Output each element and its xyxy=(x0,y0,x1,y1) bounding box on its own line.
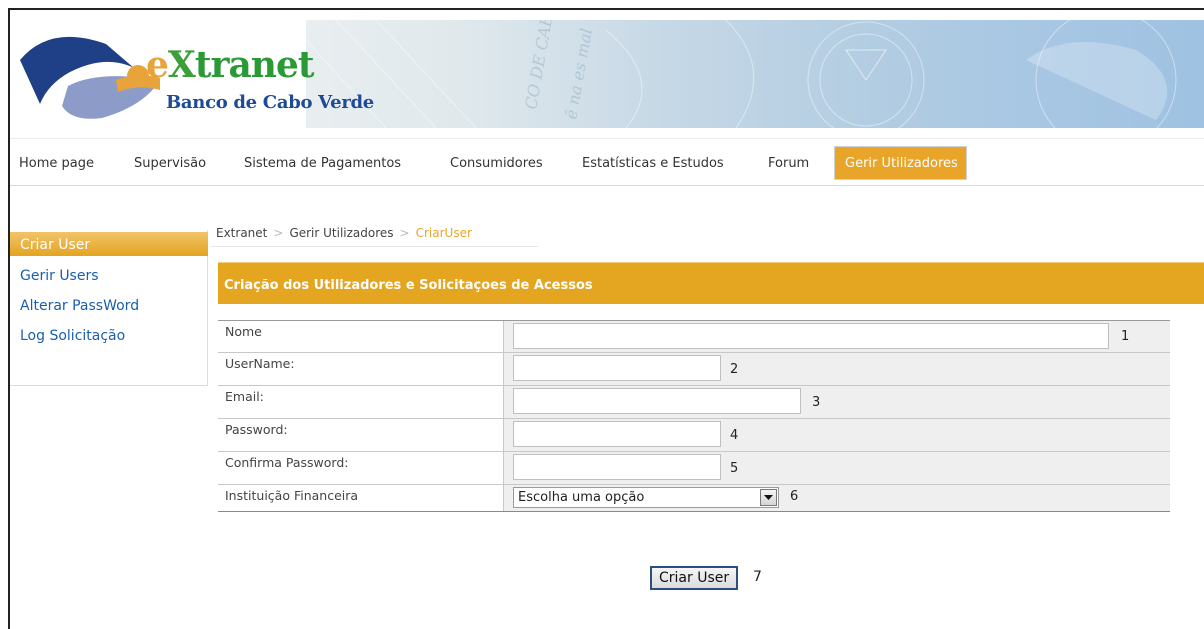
logo-title: eXtranet xyxy=(146,44,315,86)
nav-item-sistema-pagamentos[interactable]: Sistema de Pagamentos xyxy=(244,156,401,171)
instituicao-select[interactable]: Escolha uma opção xyxy=(513,487,779,508)
page-frame: CO DE CABO VER ê na es mal eXtranet Banc… xyxy=(8,8,1204,629)
nav-item-home[interactable]: Home page xyxy=(19,156,94,171)
create-user-form: Nome 1 UserName: 2 Email: 3 Password: 4 … xyxy=(218,320,1170,512)
breadcrumb: Extranet > Gerir Utilizadores > CriarUser xyxy=(216,226,472,240)
field-label-email: Email: xyxy=(218,386,504,418)
sidebar-item-alterar-password[interactable]: Alterar PassWord xyxy=(20,298,139,314)
form-row-confirma-password: Confirma Password: 5 xyxy=(218,452,1170,485)
field-number-7: 7 xyxy=(753,569,762,585)
bank-name: Banco de Cabo Verde xyxy=(166,92,374,113)
field-number-5: 5 xyxy=(730,461,739,476)
field-number-3: 3 xyxy=(812,395,821,410)
breadcrumb-divider xyxy=(210,246,538,247)
sidebar-item-criar-user[interactable]: Criar User xyxy=(10,232,208,256)
nome-input[interactable] xyxy=(513,323,1109,349)
sidebar-item-gerir-users[interactable]: Gerir Users xyxy=(20,268,99,284)
chevron-down-icon[interactable] xyxy=(760,489,777,506)
section-title: Criação dos Utilizadores e Solicitaçoes … xyxy=(224,278,593,293)
form-row-nome: Nome 1 xyxy=(218,320,1170,353)
field-number-6: 6 xyxy=(790,489,799,504)
password-input[interactable] xyxy=(513,421,721,447)
field-label-nome: Nome xyxy=(218,321,504,352)
breadcrumb-current: CriarUser xyxy=(415,226,472,240)
nav-item-supervisao[interactable]: Supervisão xyxy=(134,156,206,171)
criar-user-button[interactable]: Criar User xyxy=(650,566,739,590)
banner-image: CO DE CABO VER ê na es mal xyxy=(306,20,1204,128)
form-row-instituicao: Instituição Financeira Escolha uma opção… xyxy=(218,485,1170,512)
username-input[interactable] xyxy=(513,355,721,381)
sidebar: Criar User Gerir Users Alterar PassWord … xyxy=(10,230,208,386)
nav-item-gerir-utilizadores[interactable]: Gerir Utilizadores xyxy=(834,146,967,180)
section-header: Criação dos Utilizadores e Solicitaçoes … xyxy=(218,262,1204,304)
main-nav: Home page Supervisão Sistema de Pagament… xyxy=(10,138,1204,186)
field-number-2: 2 xyxy=(730,362,739,377)
nav-item-forum[interactable]: Forum xyxy=(768,156,809,171)
breadcrumb-extranet[interactable]: Extranet xyxy=(216,226,267,240)
field-label-username: UserName: xyxy=(218,353,504,385)
form-row-password: Password: 4 xyxy=(218,419,1170,452)
breadcrumb-gerir-utilizadores[interactable]: Gerir Utilizadores xyxy=(289,226,393,240)
field-label-confirma-password: Confirma Password: xyxy=(218,452,504,484)
form-row-email: Email: 3 xyxy=(218,386,1170,419)
form-row-username: UserName: 2 xyxy=(218,353,1170,386)
nav-item-estatisticas[interactable]: Estatísticas e Estudos xyxy=(582,156,724,171)
field-number-1: 1 xyxy=(1121,329,1130,344)
nav-item-consumidores[interactable]: Consumidores xyxy=(450,156,543,171)
confirm-password-input[interactable] xyxy=(513,454,721,480)
breadcrumb-separator: > xyxy=(399,226,410,240)
logo-title-x: X xyxy=(167,44,196,86)
field-label-password: Password: xyxy=(218,419,504,451)
sidebar-item-log-solicitacao[interactable]: Log Solicitação xyxy=(20,328,125,344)
logo-title-e: e xyxy=(146,44,169,86)
field-label-instituicao: Instituição Financeira xyxy=(218,485,504,511)
header-banner: CO DE CABO VER ê na es mal eXtranet Banc… xyxy=(10,10,1204,138)
email-input[interactable] xyxy=(513,388,801,414)
field-number-4: 4 xyxy=(730,428,739,443)
select-value: Escolha uma opção xyxy=(518,490,645,505)
logo-title-rest: tranet xyxy=(194,44,315,86)
svg-text:CO DE CABO VER: CO DE CABO VER xyxy=(521,20,566,111)
breadcrumb-separator: > xyxy=(273,226,284,240)
svg-text:ê na es mal: ê na es mal xyxy=(561,27,596,121)
